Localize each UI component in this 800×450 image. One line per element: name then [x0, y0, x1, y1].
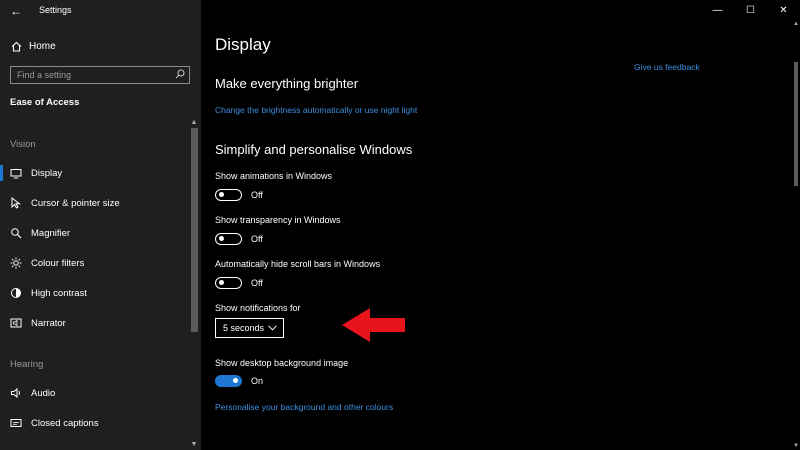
transparency-toggle[interactable]	[215, 233, 242, 245]
scrollbars-toggle-row: Off	[215, 276, 263, 290]
home-label: Home	[29, 40, 56, 52]
search-box[interactable]	[10, 66, 190, 84]
main-content: — ☐ ✕ Display Give us feedback Make ever…	[201, 0, 800, 450]
sidebar-item-label: Colour filters	[31, 257, 85, 269]
background-toggle[interactable]	[215, 375, 242, 387]
captions-icon	[10, 417, 22, 429]
section-title: Ease of Access	[10, 97, 80, 108]
main-scrollbar[interactable]: ▲ ▼	[792, 20, 800, 450]
background-label: Show desktop background image	[215, 358, 349, 368]
narrator-icon	[10, 317, 22, 329]
page-title: Display	[215, 35, 271, 54]
sidebar-item-label: Narrator	[31, 317, 66, 329]
magnifier-icon	[10, 227, 22, 239]
toggle-state: Off	[251, 190, 263, 200]
home-icon	[10, 40, 22, 52]
personalise-link[interactable]: Personalise your background and other co…	[215, 402, 393, 412]
window-title: Settings	[39, 5, 72, 15]
sidebar: ← Settings Home Ease of Access Vision Di…	[0, 0, 201, 450]
scrollbar-thumb[interactable]	[794, 62, 798, 186]
sidebar-item-colour-filters[interactable]: Colour filters	[0, 250, 188, 276]
monitor-icon	[10, 167, 22, 179]
sidebar-item-label: Closed captions	[31, 417, 99, 429]
sidebar-item-label: Display	[31, 167, 63, 179]
back-arrow-icon[interactable]: ←	[8, 3, 24, 19]
toggle-knob	[219, 236, 224, 241]
scrollbars-toggle[interactable]	[215, 277, 242, 289]
window-controls: — ☐ ✕	[701, 0, 800, 20]
scroll-up-arrow-icon[interactable]: ▲	[792, 20, 800, 28]
contrast-icon	[10, 287, 22, 299]
give-feedback-link[interactable]: Give us feedback	[634, 62, 700, 72]
notifications-label: Show notifications for	[215, 303, 301, 313]
scroll-down-arrow-icon[interactable]: ▼	[189, 440, 199, 450]
sidebar-item-high-contrast[interactable]: High contrast	[0, 280, 188, 306]
toggle-knob	[219, 192, 224, 197]
dropdown-value: 5 seconds	[223, 323, 265, 333]
sun-icon	[10, 257, 22, 269]
transparency-label: Show transparency in Windows	[215, 215, 341, 225]
sidebar-item-label: Magnifier	[31, 227, 71, 239]
toggle-knob	[233, 378, 238, 383]
scrollbars-label: Automatically hide scroll bars in Window…	[215, 259, 381, 269]
brightness-link[interactable]: Change the brightness automatically or u…	[215, 105, 417, 115]
sidebar-item-closed-captions[interactable]: Closed captions	[0, 410, 188, 436]
group-label-hearing: Hearing	[10, 359, 44, 370]
home-nav-item[interactable]: Home	[10, 37, 56, 55]
chevron-down-icon	[268, 323, 277, 333]
sidebar-scrollbar[interactable]: ▲ ▼	[189, 118, 199, 450]
sidebar-item-label: Cursor & pointer size	[31, 197, 120, 209]
cursor-icon	[10, 197, 22, 209]
background-toggle-row: On	[215, 374, 263, 388]
sidebar-item-label: High contrast	[31, 287, 87, 299]
sidebar-item-label: Audio	[31, 387, 56, 399]
minimize-button[interactable]: —	[701, 0, 734, 20]
group-label-vision: Vision	[10, 139, 36, 150]
toggle-state: On	[251, 376, 264, 386]
animations-toggle[interactable]	[215, 189, 242, 201]
scroll-up-arrow-icon[interactable]: ▲	[189, 118, 199, 128]
sidebar-item-narrator[interactable]: Narrator	[0, 310, 188, 336]
speaker-icon	[10, 387, 22, 399]
scroll-down-arrow-icon[interactable]: ▼	[792, 442, 800, 450]
toggle-knob	[219, 280, 224, 285]
close-button[interactable]: ✕	[767, 0, 800, 20]
maximize-button[interactable]: ☐	[734, 0, 767, 20]
scrollbar-thumb[interactable]	[191, 128, 198, 332]
search-input[interactable]	[17, 70, 167, 80]
transparency-toggle-row: Off	[215, 232, 263, 246]
sidebar-item-cursor-pointer-size[interactable]: Cursor & pointer size	[0, 190, 188, 216]
notifications-dropdown[interactable]: 5 seconds	[215, 318, 284, 338]
toggle-state: Off	[251, 278, 263, 288]
sidebar-item-audio[interactable]: Audio	[0, 380, 188, 406]
search-icon[interactable]	[175, 66, 185, 84]
sidebar-item-magnifier[interactable]: Magnifier	[0, 220, 188, 246]
section-heading-brighter: Make everything brighter	[215, 76, 359, 91]
sidebar-item-display[interactable]: Display	[0, 160, 188, 186]
red-arrow-icon	[342, 308, 405, 342]
toggle-state: Off	[251, 234, 263, 244]
animations-toggle-row: Off	[215, 188, 263, 202]
section-heading-simplify: Simplify and personalise Windows	[215, 142, 413, 157]
animations-label: Show animations in Windows	[215, 171, 333, 181]
